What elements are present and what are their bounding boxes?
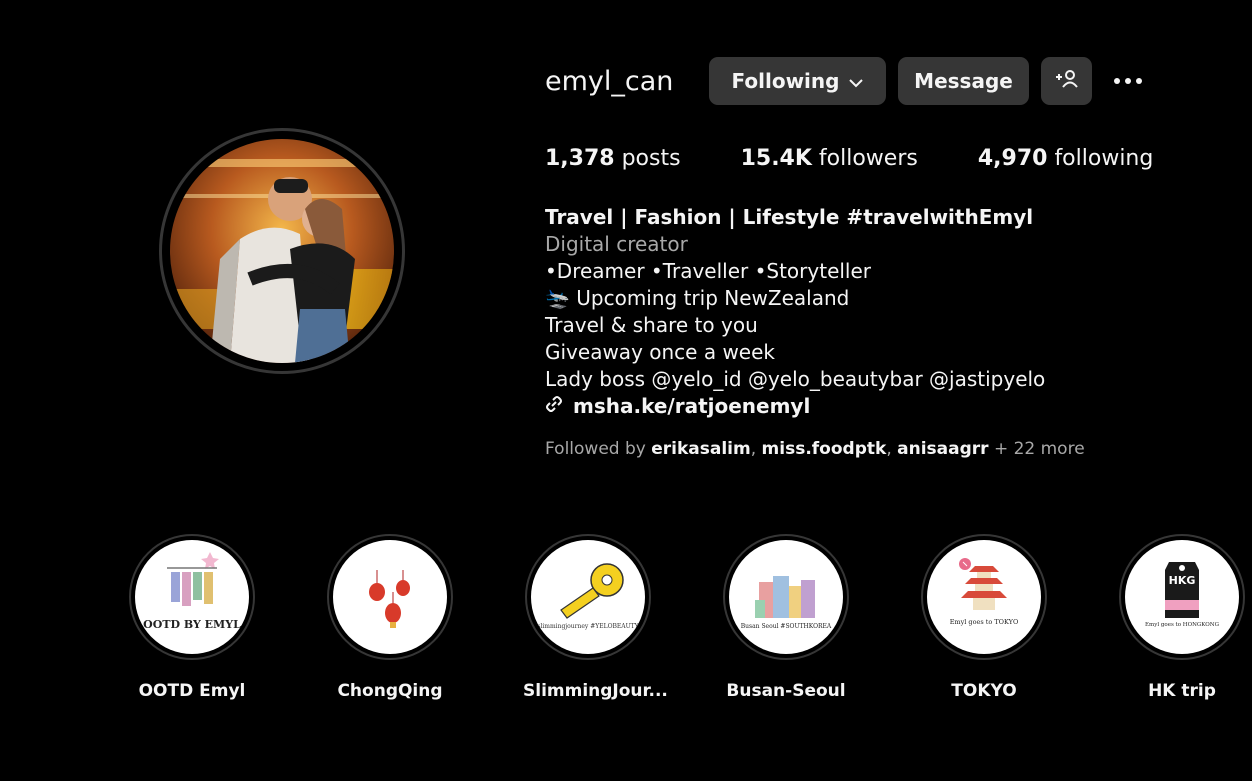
highlight-cover: Busan Seoul #SOUTHKOREA [729, 540, 843, 654]
highlight-ring[interactable]: HKG Emyl goes to HONGKONG [1119, 534, 1245, 660]
add-person-icon [1055, 69, 1079, 94]
highlight-ring[interactable]: OOTD BY EMYL [129, 534, 255, 660]
bio-line: Lady boss @yelo_id @yelo_beautybar @jast… [545, 367, 1046, 391]
highlight-cover-text: Busan Seoul #SOUTHKOREA [741, 623, 832, 630]
bio: Travel | Fashion | Lifestyle #travelwith… [545, 204, 1045, 420]
following-stat[interactable]: 4,970 following [978, 146, 1154, 171]
highlight-cover: Emyl goes to TOKYO [927, 540, 1041, 654]
bio-name: Travel | Fashion | Lifestyle #travelwith… [545, 205, 1034, 229]
followers-stat[interactable]: 15.4K followers [741, 146, 918, 171]
bio-link-text: msha.ke/ratjoenemyl [573, 394, 811, 418]
profile-page: emyl_can Following Message 1,378 posts 1… [0, 0, 1252, 781]
highlight-ring[interactable]: Emyl goes to TOKYO [921, 534, 1047, 660]
highlight-label: Busan-Seoul [726, 681, 846, 701]
highlight-ring[interactable] [327, 534, 453, 660]
message-button-label: Message [914, 69, 1013, 93]
suggested-users-button[interactable] [1041, 57, 1092, 105]
followed-by[interactable]: Followed by erikasalim, miss.foodptk, an… [545, 439, 1085, 459]
highlight-item[interactable]: Busan Seoul #SOUTHKOREA Busan-Seoul [721, 534, 851, 701]
message-button[interactable]: Message [898, 57, 1029, 105]
luggage-tag-icon: HKG Emyl goes to HONGKONG [1145, 562, 1219, 628]
avatar[interactable] [170, 139, 394, 363]
svg-text:HKG: HKG [1169, 574, 1196, 587]
link-icon [545, 393, 563, 420]
profile-avatar-ring[interactable] [159, 128, 405, 374]
highlight-ring[interactable]: Busan Seoul #SOUTHKOREA [723, 534, 849, 660]
following-button[interactable]: Following [709, 57, 886, 105]
following-count: 4,970 [977, 146, 1048, 171]
bio-link[interactable]: msha.ke/ratjoenemyl [545, 393, 1045, 420]
avatar-photo [170, 139, 394, 363]
bio-line: •Dreamer •Traveller •Storyteller [545, 259, 872, 283]
city-buildings-icon: Busan Seoul #SOUTHKOREA [741, 576, 832, 630]
posts-stat[interactable]: 1,378 posts [545, 146, 681, 171]
posts-label: posts [621, 146, 681, 171]
followers-count: 15.4K [740, 146, 812, 171]
highlight-cover-text: OOTD BY EMYL [143, 618, 241, 631]
bio-line: Giveaway once a week [545, 340, 775, 364]
followed-by-user[interactable]: anisaagrr [897, 439, 988, 459]
highlight-item[interactable]: ChongQing [325, 534, 455, 701]
highlight-item[interactable]: OOTD BY EMYL OOTD Emyl [127, 534, 257, 701]
highlight-cover [333, 540, 447, 654]
highlight-item[interactable]: Emyl goes to TOKYO TOKYO [919, 534, 1049, 701]
highlight-label: HK trip [1148, 681, 1216, 701]
measuring-tape-icon: slimmingjourney #YELOBEAUTY [537, 563, 640, 630]
bio-category: Digital creator [545, 232, 688, 256]
highlight-cover: OOTD BY EMYL [135, 540, 249, 654]
highlight-label: OOTD Emyl [138, 681, 246, 701]
highlight-cover-text: Emyl goes to HONGKONG [1145, 622, 1219, 628]
bio-line: Travel & share to you [545, 313, 758, 337]
username: emyl_can [545, 66, 674, 97]
lantern-icon [369, 570, 410, 628]
bio-line: 🛬 Upcoming trip NewZealand [545, 286, 850, 310]
highlight-item[interactable]: HKG Emyl goes to HONGKONG HK trip [1117, 534, 1247, 701]
followed-by-user[interactable]: erikasalim [651, 439, 750, 459]
following-button-label: Following [731, 69, 840, 93]
followed-by-prefix: Followed by [545, 439, 646, 459]
highlight-cover-text: Emyl goes to TOKYO [950, 618, 1019, 626]
highlight-label: TOKYO [951, 681, 1017, 701]
highlight-cover: HKG Emyl goes to HONGKONG [1125, 540, 1239, 654]
followers-label: followers [818, 146, 918, 171]
followed-by-more[interactable]: + 22 more [994, 439, 1085, 459]
highlight-ring[interactable]: slimmingjourney #YELOBEAUTY [525, 534, 651, 660]
highlight-label: SlimmingJour... [523, 681, 668, 701]
highlight-cover: slimmingjourney #YELOBEAUTY [531, 540, 645, 654]
followed-by-user[interactable]: miss.foodptk [762, 439, 887, 459]
pagoda-icon: Emyl goes to TOKYO [950, 558, 1019, 626]
highlight-label: ChongQing [337, 681, 443, 701]
highlight-cover-text: slimmingjourney #YELOBEAUTY [537, 623, 639, 630]
profile-stats: 1,378 posts 15.4K followers 4,970 follow… [545, 146, 1213, 171]
posts-count: 1,378 [545, 146, 615, 171]
highlight-item[interactable]: slimmingjourney #YELOBEAUTY SlimmingJour… [523, 534, 668, 701]
more-options-icon[interactable] [1110, 66, 1146, 96]
chevron-down-icon [849, 69, 864, 93]
following-label: following [1054, 146, 1154, 171]
